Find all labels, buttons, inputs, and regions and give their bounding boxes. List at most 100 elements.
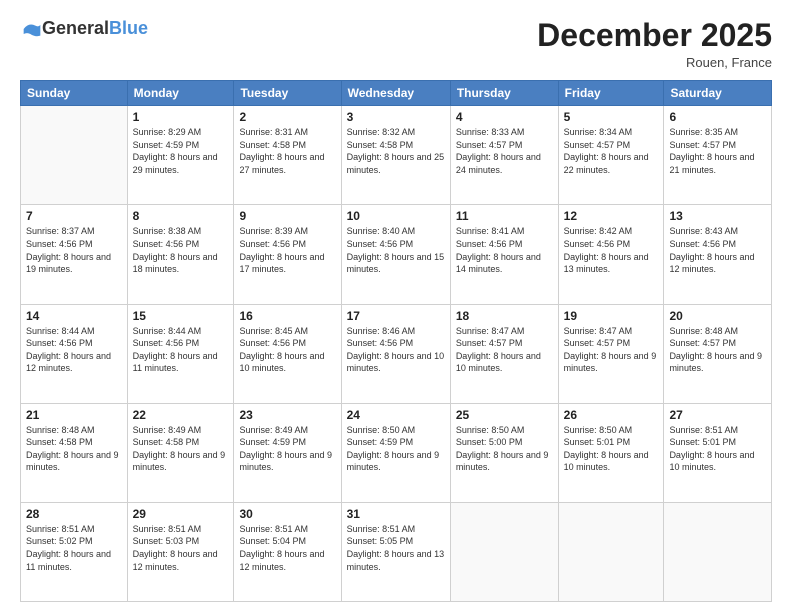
day-number: 5 (564, 110, 659, 124)
calendar-cell: 7 Sunrise: 8:37 AMSunset: 4:56 PMDaylight… (21, 205, 128, 304)
day-info: Sunrise: 8:35 AMSunset: 4:57 PMDaylight:… (669, 126, 766, 176)
day-info: Sunrise: 8:48 AMSunset: 4:58 PMDaylight:… (26, 424, 122, 474)
logo-text: General Blue (20, 18, 148, 39)
month-title: December 2025 (537, 18, 772, 53)
calendar-cell: 10 Sunrise: 8:40 AMSunset: 4:56 PMDayligh… (341, 205, 450, 304)
day-number: 2 (239, 110, 335, 124)
day-info: Sunrise: 8:44 AMSunset: 4:56 PMDaylight:… (133, 325, 229, 375)
calendar-cell: 30 Sunrise: 8:51 AMSunset: 5:04 PMDayligh… (234, 502, 341, 601)
day-info: Sunrise: 8:48 AMSunset: 4:57 PMDaylight:… (669, 325, 766, 375)
weekday-header: Tuesday (234, 81, 341, 106)
day-number: 3 (347, 110, 445, 124)
day-info: Sunrise: 8:29 AMSunset: 4:59 PMDaylight:… (133, 126, 229, 176)
day-info: Sunrise: 8:51 AMSunset: 5:02 PMDaylight:… (26, 523, 122, 573)
day-number: 24 (347, 408, 445, 422)
day-number: 20 (669, 309, 766, 323)
weekday-header: Saturday (664, 81, 772, 106)
day-number: 29 (133, 507, 229, 521)
day-info: Sunrise: 8:33 AMSunset: 4:57 PMDaylight:… (456, 126, 553, 176)
weekday-header: Monday (127, 81, 234, 106)
day-number: 18 (456, 309, 553, 323)
day-number: 28 (26, 507, 122, 521)
day-info: Sunrise: 8:31 AMSunset: 4:58 PMDaylight:… (239, 126, 335, 176)
calendar-cell: 2 Sunrise: 8:31 AMSunset: 4:58 PMDaylight… (234, 106, 341, 205)
day-number: 30 (239, 507, 335, 521)
day-info: Sunrise: 8:37 AMSunset: 4:56 PMDaylight:… (26, 225, 122, 275)
weekday-header: Thursday (450, 81, 558, 106)
day-info: Sunrise: 8:47 AMSunset: 4:57 PMDaylight:… (564, 325, 659, 375)
day-info: Sunrise: 8:39 AMSunset: 4:56 PMDaylight:… (239, 225, 335, 275)
day-info: Sunrise: 8:47 AMSunset: 4:57 PMDaylight:… (456, 325, 553, 375)
day-info: Sunrise: 8:38 AMSunset: 4:56 PMDaylight:… (133, 225, 229, 275)
weekday-header: Sunday (21, 81, 128, 106)
day-number: 7 (26, 209, 122, 223)
logo-icon (22, 19, 42, 39)
day-number: 19 (564, 309, 659, 323)
day-number: 26 (564, 408, 659, 422)
day-number: 27 (669, 408, 766, 422)
location: Rouen, France (537, 55, 772, 70)
day-info: Sunrise: 8:50 AMSunset: 4:59 PMDaylight:… (347, 424, 445, 474)
calendar-cell: 13Sunrise: 8:43 AMSunset: 4:56 PMDayligh… (664, 205, 772, 304)
day-info: Sunrise: 8:50 AMSunset: 5:00 PMDaylight:… (456, 424, 553, 474)
calendar-cell: 9Sunrise: 8:39 AMSunset: 4:56 PMDaylight… (234, 205, 341, 304)
weekday-header-row: SundayMondayTuesdayWednesdayThursdayFrid… (21, 81, 772, 106)
title-block: December 2025 Rouen, France (537, 18, 772, 70)
calendar-cell: 25 Sunrise: 8:50 AMSunset: 5:00 PMDayligh… (450, 403, 558, 502)
day-info: Sunrise: 8:41 AMSunset: 4:56 PMDaylight:… (456, 225, 553, 275)
calendar-cell: 31 Sunrise: 8:51 AMSunset: 5:05 PMDayligh… (341, 502, 450, 601)
calendar-week-row: 7 Sunrise: 8:37 AMSunset: 4:56 PMDaylight… (21, 205, 772, 304)
logo: General Blue (20, 18, 148, 39)
day-info: Sunrise: 8:51 AMSunset: 5:04 PMDaylight:… (239, 523, 335, 573)
calendar-cell: 11 Sunrise: 8:41 AMSunset: 4:56 PMDayligh… (450, 205, 558, 304)
day-number: 12 (564, 209, 659, 223)
day-info: Sunrise: 8:34 AMSunset: 4:57 PMDaylight:… (564, 126, 659, 176)
calendar-cell: 21 Sunrise: 8:48 AMSunset: 4:58 PMDayligh… (21, 403, 128, 502)
day-info: Sunrise: 8:40 AMSunset: 4:56 PMDaylight:… (347, 225, 445, 275)
calendar-cell: 19 Sunrise: 8:47 AMSunset: 4:57 PMDayligh… (558, 304, 664, 403)
calendar-cell: 5 Sunrise: 8:34 AMSunset: 4:57 PMDaylight… (558, 106, 664, 205)
day-number: 21 (26, 408, 122, 422)
calendar-cell: 17 Sunrise: 8:46 AMSunset: 4:56 PMDayligh… (341, 304, 450, 403)
day-number: 13 (669, 209, 766, 223)
logo-general: General (42, 18, 109, 39)
day-info: Sunrise: 8:51 AMSunset: 5:05 PMDaylight:… (347, 523, 445, 573)
calendar-cell: 20 Sunrise: 8:48 AMSunset: 4:57 PMDayligh… (664, 304, 772, 403)
day-number: 17 (347, 309, 445, 323)
day-info: Sunrise: 8:51 AMSunset: 5:01 PMDaylight:… (669, 424, 766, 474)
day-number: 25 (456, 408, 553, 422)
day-number: 14 (26, 309, 122, 323)
day-info: Sunrise: 8:44 AMSunset: 4:56 PMDaylight:… (26, 325, 122, 375)
calendar-cell: 18 Sunrise: 8:47 AMSunset: 4:57 PMDayligh… (450, 304, 558, 403)
weekday-header: Wednesday (341, 81, 450, 106)
calendar-cell: 1 Sunrise: 8:29 AMSunset: 4:59 PMDaylight… (127, 106, 234, 205)
logo-blue: Blue (109, 18, 148, 39)
day-number: 4 (456, 110, 553, 124)
day-number: 31 (347, 507, 445, 521)
calendar-cell (558, 502, 664, 601)
day-info: Sunrise: 8:49 AMSunset: 4:58 PMDaylight:… (133, 424, 229, 474)
day-number: 8 (133, 209, 229, 223)
calendar-week-row: 28 Sunrise: 8:51 AMSunset: 5:02 PMDayligh… (21, 502, 772, 601)
calendar-week-row: 1 Sunrise: 8:29 AMSunset: 4:59 PMDaylight… (21, 106, 772, 205)
calendar-cell: 12Sunrise: 8:42 AMSunset: 4:56 PMDayligh… (558, 205, 664, 304)
calendar-cell (450, 502, 558, 601)
header: General Blue December 2025 Rouen, France (20, 18, 772, 70)
calendar-cell: 3 Sunrise: 8:32 AMSunset: 4:58 PMDaylight… (341, 106, 450, 205)
calendar-cell: 4 Sunrise: 8:33 AMSunset: 4:57 PMDaylight… (450, 106, 558, 205)
day-info: Sunrise: 8:46 AMSunset: 4:56 PMDaylight:… (347, 325, 445, 375)
calendar-cell: 14 Sunrise: 8:44 AMSunset: 4:56 PMDayligh… (21, 304, 128, 403)
day-number: 10 (347, 209, 445, 223)
calendar-cell: 15 Sunrise: 8:44 AMSunset: 4:56 PMDayligh… (127, 304, 234, 403)
day-number: 16 (239, 309, 335, 323)
day-info: Sunrise: 8:45 AMSunset: 4:56 PMDaylight:… (239, 325, 335, 375)
day-number: 1 (133, 110, 229, 124)
day-info: Sunrise: 8:32 AMSunset: 4:58 PMDaylight:… (347, 126, 445, 176)
calendar-cell (664, 502, 772, 601)
calendar-cell: 26Sunrise: 8:50 AMSunset: 5:01 PMDayligh… (558, 403, 664, 502)
day-number: 6 (669, 110, 766, 124)
day-number: 23 (239, 408, 335, 422)
day-number: 11 (456, 209, 553, 223)
day-number: 15 (133, 309, 229, 323)
calendar-week-row: 21 Sunrise: 8:48 AMSunset: 4:58 PMDayligh… (21, 403, 772, 502)
